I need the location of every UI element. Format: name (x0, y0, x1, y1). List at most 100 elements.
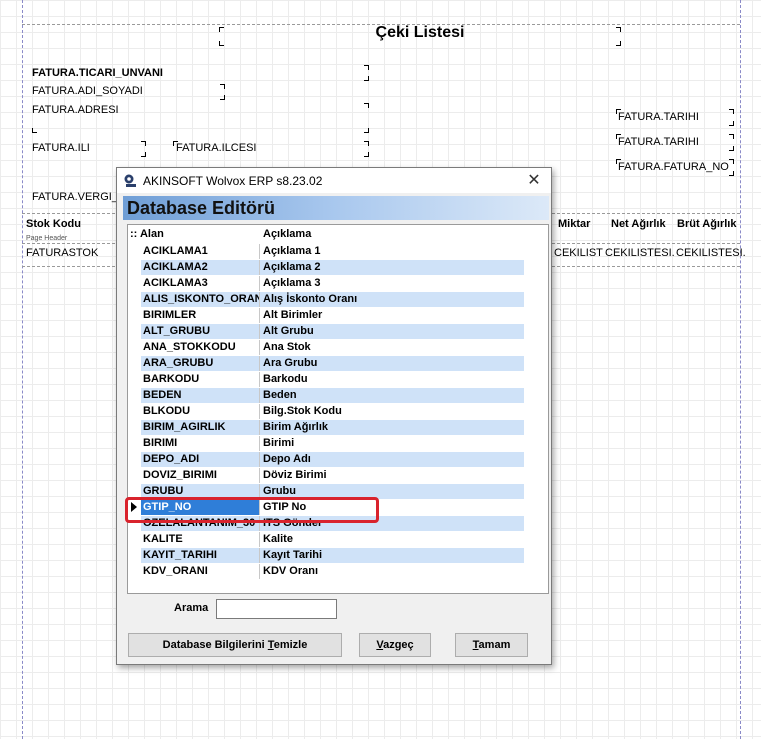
table-row[interactable]: BIRIMLER Alt Birimler (141, 308, 524, 323)
table-row[interactable]: KAYIT_TARIHI Kayıt Tarihi (141, 548, 524, 563)
cell-alan[interactable]: KAYIT_TARIHI (143, 549, 259, 561)
cancel-button[interactable]: Vazgeç (359, 633, 431, 657)
cell-alan[interactable]: BIRIM_AGIRLIK (143, 421, 259, 433)
cell-alan[interactable]: BIRIMI (143, 437, 259, 449)
table-row[interactable]: ACIKLAMA3 Açıklama 3 (141, 276, 524, 291)
cell-alan[interactable]: BIRIMLER (143, 309, 259, 321)
cell-alan[interactable]: ALT_GRUBU (143, 325, 259, 337)
cell-aciklama[interactable]: Döviz Birimi (263, 469, 522, 481)
field-ili[interactable]: FATURA.ILI (32, 141, 90, 155)
field-corner (729, 109, 734, 114)
column-stok-kodu[interactable]: Stok Kodu (26, 218, 81, 230)
cell-aciklama[interactable]: Açıklama 1 (263, 245, 522, 257)
table-row[interactable]: ARA_GRUBU Ara Grubu (141, 356, 524, 371)
table-row[interactable]: ACIKLAMA2 Açıklama 2 (141, 260, 524, 275)
field-adresi[interactable]: FATURA.ADRESI (32, 103, 119, 117)
report-title[interactable]: Çeki Listesi (220, 24, 620, 42)
table-row[interactable]: BIRIM_AGIRLIK Birim Ağırlık (141, 420, 524, 435)
cell-alan[interactable]: KDV_ORANI (143, 565, 259, 577)
field-corner (616, 134, 621, 139)
close-button[interactable]: ✕ (523, 171, 545, 191)
cell-aciklama[interactable]: Bilg.Stok Kodu (263, 405, 522, 417)
field-corner (364, 103, 369, 108)
cell-alan[interactable]: ALIS_ISKONTO_ORANI (143, 293, 259, 305)
cell-aciklama[interactable]: Ana Stok (263, 341, 522, 353)
cell-aciklama[interactable]: Beden (263, 389, 522, 401)
column-divider (259, 564, 260, 579)
field-fatura-no[interactable]: FATURA.FATURA_NO (618, 160, 729, 174)
data-cell-cekilistesi-1[interactable]: CEKILISTESI. (605, 247, 675, 259)
field-corner (616, 159, 621, 164)
cell-alan[interactable]: BEDEN (143, 389, 259, 401)
field-corner (220, 84, 225, 89)
cell-aciklama[interactable]: Açıklama 3 (263, 277, 522, 289)
field-corner (219, 27, 224, 32)
cell-aciklama[interactable]: KDV Oranı (263, 565, 522, 577)
field-adi-soyadi[interactable]: FATURA.ADI_SOYADI (32, 84, 143, 98)
cell-alan[interactable]: GRUBU (143, 485, 259, 497)
cell-alan[interactable]: ANA_STOKKODU (143, 341, 259, 353)
app-logo-icon (124, 174, 136, 187)
data-cell-cekilistesi-2[interactable]: CEKILISTESI. (676, 247, 746, 259)
grid-header-alan[interactable]: :: Alan (130, 228, 164, 240)
column-miktar[interactable]: Miktar (558, 218, 590, 230)
cell-alan[interactable]: DEPO_ADI (143, 453, 259, 465)
column-divider (259, 372, 260, 387)
cell-aciklama[interactable]: Birim Ağırlık (263, 421, 522, 433)
field-grid[interactable]: :: Alan Açıklama ACIKLAMA1 Açıklama 1 ACIK… (127, 224, 549, 594)
table-row[interactable]: BIRIMI Birimi (141, 436, 524, 451)
cell-alan[interactable]: ACIKLAMA3 (143, 277, 259, 289)
table-row[interactable]: KDV_ORANI KDV Oranı (141, 564, 524, 579)
table-row[interactable]: DOVIZ_BIRIMI Döviz Birimi (141, 468, 524, 483)
field-corner (616, 109, 621, 114)
column-net-agirlik[interactable]: Net Ağırlık (611, 218, 666, 230)
ok-label: Tamam (472, 639, 511, 651)
cell-aciklama[interactable]: Kayıt Tarihi (263, 549, 522, 561)
cell-alan[interactable]: ACIKLAMA2 (143, 261, 259, 273)
data-cell-cekilist[interactable]: CEKILIST (554, 247, 603, 259)
clear-database-button[interactable]: Database Bilgilerini Temizle (128, 633, 342, 657)
field-corner (364, 65, 369, 70)
table-row[interactable]: ANA_STOKKODU Ana Stok (141, 340, 524, 355)
search-input[interactable] (216, 599, 337, 619)
field-corner (616, 41, 621, 46)
field-tarihi-1[interactable]: FATURA.TARIHI (618, 110, 699, 124)
cell-alan[interactable]: DOVIZ_BIRIMI (143, 469, 259, 481)
table-row[interactable]: DEPO_ADI Depo Adı (141, 452, 524, 467)
cell-aciklama[interactable]: Depo Adı (263, 453, 522, 465)
column-divider (259, 404, 260, 419)
data-cell-faturastok[interactable]: FATURASTOK (26, 247, 98, 259)
field-ilcesi[interactable]: FATURA.ILCESI (176, 141, 256, 155)
table-row[interactable]: ALT_GRUBU Alt Grubu (141, 324, 524, 339)
cell-alan[interactable]: ARA_GRUBU (143, 357, 259, 369)
dialog-titlebar[interactable]: AKINSOFT Wolvox ERP s8.23.02 ✕ (117, 168, 551, 193)
cell-alan[interactable]: BLKODU (143, 405, 259, 417)
field-ticari-unvani[interactable]: FATURA.TICARI_UNVANI (32, 66, 163, 80)
cell-aciklama[interactable]: Alış İskonto Oranı (263, 293, 522, 305)
table-row[interactable]: BARKODU Barkodu (141, 372, 524, 387)
column-divider (259, 324, 260, 339)
cell-alan[interactable]: BARKODU (143, 373, 259, 385)
ok-button[interactable]: Tamam (455, 633, 528, 657)
table-row[interactable]: ACIKLAMA1 Açıklama 1 (141, 244, 524, 259)
table-row[interactable]: BLKODU Bilg.Stok Kodu (141, 404, 524, 419)
column-divider (259, 436, 260, 451)
cell-aciklama[interactable]: Kalite (263, 533, 522, 545)
table-row[interactable]: ALIS_ISKONTO_ORANI Alış İskonto Oranı (141, 292, 524, 307)
column-divider (259, 388, 260, 403)
cell-aciklama[interactable]: Barkodu (263, 373, 522, 385)
table-row[interactable]: KALITE Kalite (141, 532, 524, 547)
cell-aciklama[interactable]: Alt Birimler (263, 309, 522, 321)
cell-aciklama[interactable]: Alt Grubu (263, 325, 522, 337)
table-row[interactable]: BEDEN Beden (141, 388, 524, 403)
grid-header-aciklama[interactable]: Açıklama (263, 228, 311, 240)
cell-aciklama[interactable]: Grubu (263, 485, 522, 497)
cell-aciklama[interactable]: Ara Grubu (263, 357, 522, 369)
field-vergi[interactable]: FATURA.VERGI_D (32, 190, 126, 204)
cell-aciklama[interactable]: Birimi (263, 437, 522, 449)
cell-aciklama[interactable]: Açıklama 2 (263, 261, 522, 273)
field-tarihi-2[interactable]: FATURA.TARIHI (618, 135, 699, 149)
cell-alan[interactable]: ACIKLAMA1 (143, 245, 259, 257)
cell-alan[interactable]: KALITE (143, 533, 259, 545)
column-brut-agirlik[interactable]: Brüt Ağırlık (677, 218, 737, 230)
